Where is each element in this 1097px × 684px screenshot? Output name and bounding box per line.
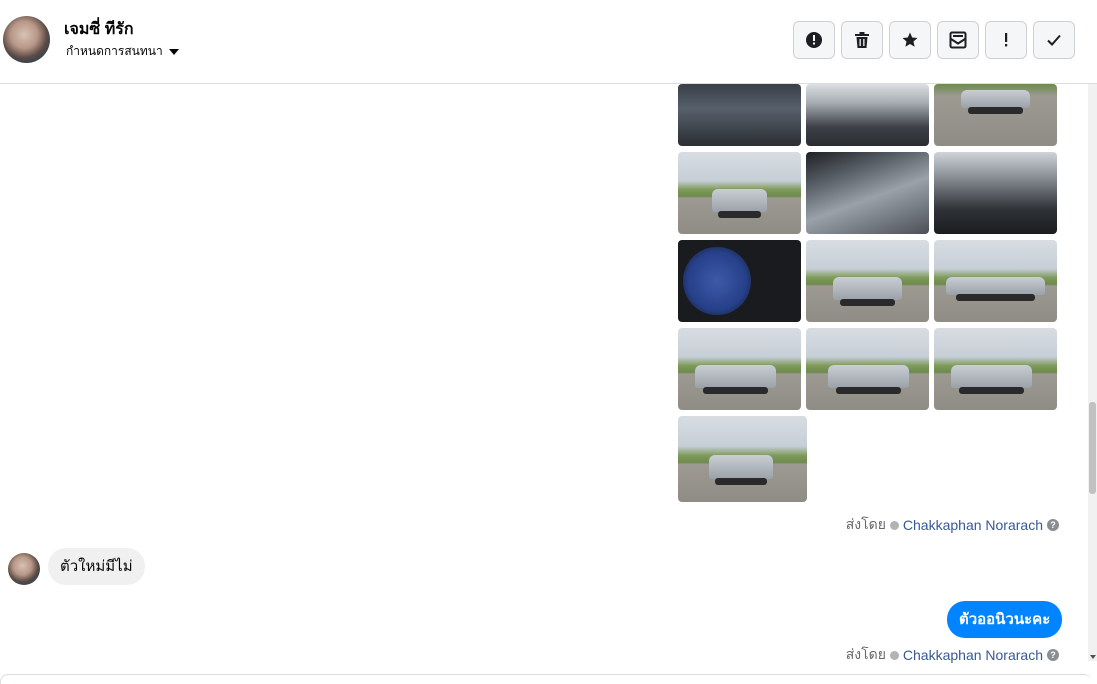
sent-by-label: ส่งโดย <box>845 646 886 662</box>
caret-down-icon <box>168 49 179 55</box>
photo-thumbnail[interactable] <box>678 416 807 502</box>
alert-circle-icon <box>806 32 822 48</box>
photo-thumbnail[interactable] <box>806 240 929 322</box>
delete-button[interactable] <box>841 21 883 59</box>
outgoing-message-bubble[interactable]: ตัวออนิวนะคะ <box>947 601 1063 638</box>
photo-thumbnail[interactable] <box>678 240 801 322</box>
star-icon <box>902 32 918 47</box>
photo-thumbnail[interactable] <box>806 84 929 146</box>
spam-button[interactable] <box>985 21 1027 59</box>
scrollbar-thumb[interactable] <box>1089 402 1096 494</box>
verified-icon <box>889 650 899 660</box>
photo-thumbnail[interactable] <box>806 152 929 234</box>
sender-name-link[interactable]: Chakkaphan Norarach <box>903 517 1043 533</box>
customize-chat-label: กำหนดการสนทนา <box>66 44 163 58</box>
mark-unread-button[interactable] <box>937 21 979 59</box>
sent-by-info: ส่งโดย Chakkaphan Norarach ? <box>846 514 1059 536</box>
trash-icon <box>855 32 869 48</box>
photo-thumbnail[interactable] <box>678 328 801 410</box>
star-button[interactable] <box>889 21 931 59</box>
photo-thumbnail[interactable] <box>934 240 1057 322</box>
conversation-toolbar <box>793 21 1075 59</box>
photo-thumbnail[interactable] <box>934 84 1057 146</box>
checkmark-icon <box>1047 34 1061 46</box>
photo-grid <box>678 84 1058 502</box>
mail-archive-icon <box>949 31 967 49</box>
sent-by-info: ส่งโดย Chakkaphan Norarach ? <box>846 644 1059 666</box>
scrollbar[interactable] <box>1088 84 1097 661</box>
contact-name[interactable]: เจมซี่ ทีรัก <box>64 17 134 42</box>
report-button[interactable] <box>793 21 835 59</box>
sent-by-label: ส่งโดย <box>845 516 886 532</box>
photo-thumbnail[interactable] <box>934 328 1057 410</box>
sender-name-link[interactable]: Chakkaphan Norarach <box>903 647 1043 663</box>
scroll-down-arrow-icon[interactable] <box>1090 655 1096 659</box>
photo-thumbnail[interactable] <box>806 328 929 410</box>
verified-icon <box>889 520 899 530</box>
photo-thumbnail[interactable] <box>678 152 801 234</box>
help-icon[interactable]: ? <box>1047 519 1059 531</box>
message-composer[interactable] <box>0 674 1092 684</box>
customize-chat-dropdown[interactable]: กำหนดการสนทนา <box>66 42 179 61</box>
done-button[interactable] <box>1033 21 1075 59</box>
contact-avatar-small <box>8 553 40 585</box>
photo-thumbnail[interactable] <box>678 84 801 146</box>
photo-thumbnail[interactable] <box>934 152 1057 234</box>
exclamation-icon <box>1005 33 1008 47</box>
contact-avatar[interactable] <box>3 16 50 63</box>
help-icon[interactable]: ? <box>1047 649 1059 661</box>
incoming-message-bubble[interactable]: ตัวใหม่มีไม่ <box>48 548 145 585</box>
conversation-header: เจมซี่ ทีรัก กำหนดการสนทนา <box>0 0 1097 84</box>
